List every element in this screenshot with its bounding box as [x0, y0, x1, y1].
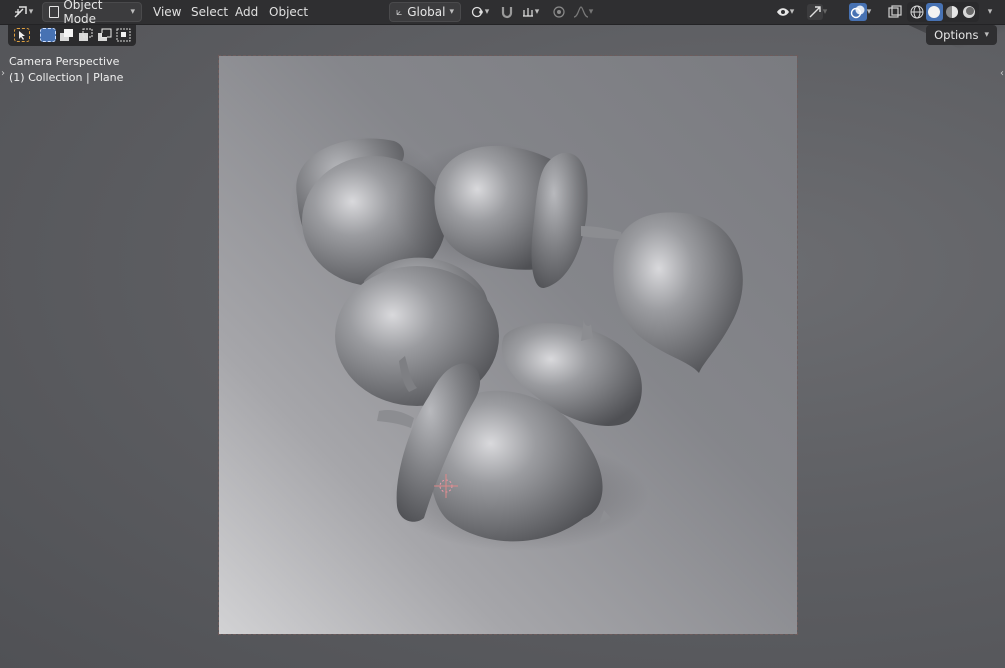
view-name-label: Camera Perspective: [9, 55, 120, 68]
set-icon[interactable]: [40, 28, 56, 42]
material-preview-icon[interactable]: [945, 4, 960, 20]
gizmo-toggle[interactable]: ▾: [804, 2, 830, 22]
toolbar-expand-icon[interactable]: ›: [1, 68, 5, 79]
viewport-header: ▾ Object Mode ▾ View Select Add Object G…: [0, 0, 1005, 26]
chevron-down-icon: ▾: [984, 30, 989, 40]
rendered-icon[interactable]: [962, 4, 977, 20]
overlay-icon: [848, 3, 867, 21]
proportional-edit-icon: [553, 6, 565, 18]
gizmo-icon: [806, 4, 823, 20]
snap-increment-icon: [522, 8, 533, 17]
magnet-icon: [501, 7, 513, 19]
options-dropdown[interactable]: Options ▾: [926, 25, 997, 45]
snap-toggle[interactable]: [497, 2, 517, 22]
camera-frame: [218, 55, 798, 635]
sidebar-expand-icon[interactable]: ‹: [1000, 68, 1004, 79]
extend-icon[interactable]: [59, 28, 75, 42]
menu-select[interactable]: Select: [185, 2, 234, 22]
solid-icon[interactable]: [926, 3, 943, 21]
mode-dropdown[interactable]: Object Mode ▾: [42, 0, 142, 26]
menu-add[interactable]: Add: [229, 2, 264, 22]
subtract-icon[interactable]: [78, 28, 94, 42]
chevron-down-icon: ▾: [130, 7, 135, 17]
difference-icon[interactable]: [97, 28, 113, 42]
intersect-icon[interactable]: [116, 28, 132, 42]
xray-icon: [888, 5, 902, 18]
shading-mode-group: [907, 2, 979, 22]
overlay-toggle[interactable]: ▾: [843, 2, 877, 22]
transform-gizmo-icon: [14, 6, 27, 18]
orientation-label: Global: [407, 5, 446, 19]
snap-target-dropdown[interactable]: ▾: [516, 2, 544, 22]
acorn-scene: [289, 136, 743, 551]
3d-viewport[interactable]: Camera Perspective (1) Collection | Plan…: [0, 0, 1005, 668]
object-mode-icon: [49, 6, 60, 18]
falloff-curve-icon: [573, 6, 588, 18]
orientation-icon: [396, 9, 402, 15]
chevron-down-icon: ▾: [987, 7, 993, 17]
options-label: Options: [934, 28, 979, 42]
eye-icon: [776, 8, 789, 16]
xray-toggle[interactable]: [885, 2, 905, 22]
pivot-point-icon: [471, 6, 483, 18]
menu-view[interactable]: View: [147, 2, 187, 22]
transform-orientation-dropdown[interactable]: Global ▾: [389, 2, 461, 22]
pivot-point-dropdown[interactable]: ▾: [467, 2, 493, 22]
chevron-down-icon: ▾: [449, 7, 454, 17]
proportional-edit-toggle[interactable]: [549, 2, 569, 22]
mode-label: Object Mode: [63, 0, 103, 26]
acorn-3[interactable]: [613, 212, 743, 373]
collection-info-label: (1) Collection | Plane: [9, 71, 124, 84]
menu-object[interactable]: Object: [263, 2, 314, 22]
tool-settings-bar: [8, 25, 136, 46]
editor-type-dropdown[interactable]: ▾: [8, 2, 38, 22]
visibility-dropdown[interactable]: ▾: [772, 2, 798, 22]
wireframe-icon[interactable]: [909, 4, 924, 20]
falloff-dropdown[interactable]: ▾: [570, 2, 596, 22]
shading-options-dropdown[interactable]: ▾: [981, 2, 999, 22]
select-box-icon[interactable]: [14, 28, 30, 42]
